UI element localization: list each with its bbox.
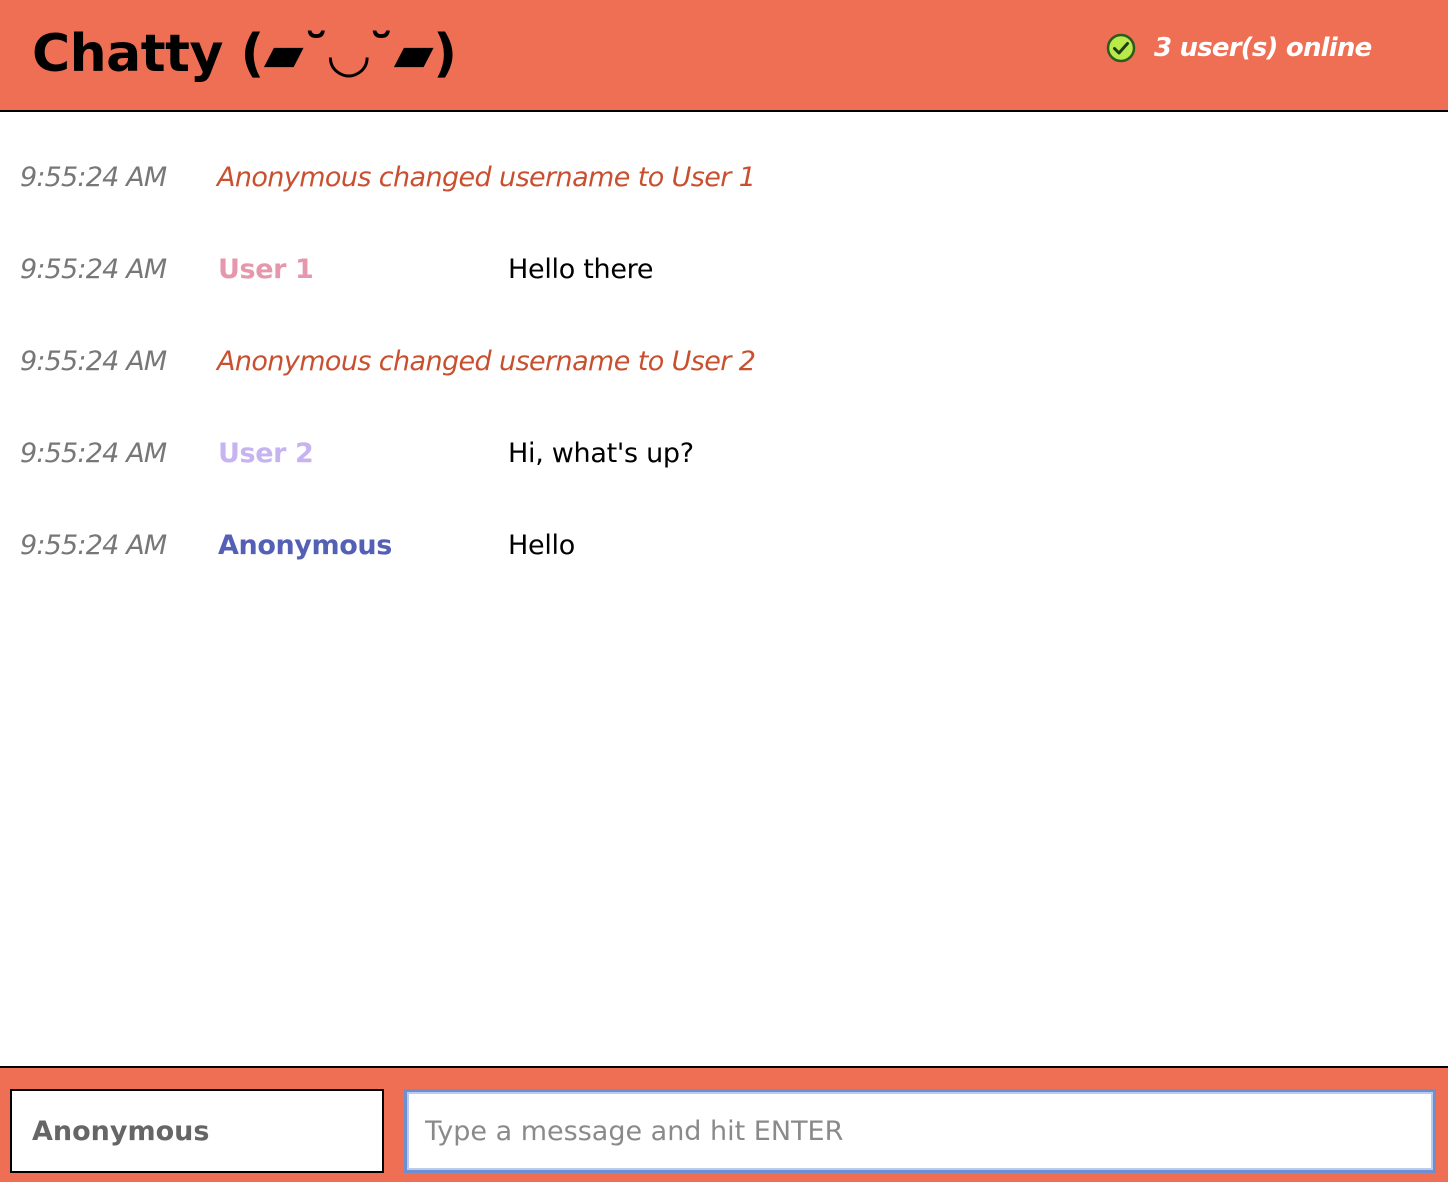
online-count: 3 user(s) online [1154, 33, 1372, 63]
message-text: Hi, what's up? [508, 438, 694, 469]
list-item: 9:55:24 AM User 2 Hi, what's up? [0, 432, 1448, 476]
username-input[interactable] [10, 1089, 384, 1173]
message-time: 9:55:24 AM [20, 254, 167, 285]
header-bar: Chatty (▰˘◡˘▰) 3 user(s) online [0, 0, 1448, 112]
list-item: 9:55:24 AM Anonymous Hello [0, 524, 1448, 568]
chat-app: Chatty (▰˘◡˘▰) 3 user(s) online 9:55:24 … [0, 0, 1448, 1182]
list-item: 9:55:24 AM User 1 Hello there [0, 248, 1448, 292]
message-username: User 1 [218, 254, 314, 285]
list-item: 9:55:24 AM Anonymous changed username to… [0, 340, 1448, 384]
message-username: User 2 [218, 438, 314, 469]
message-time: 9:55:24 AM [20, 346, 167, 377]
message-username: Anonymous [218, 530, 392, 561]
list-item: 9:55:24 AM Anonymous changed username to… [0, 156, 1448, 200]
check-circle-icon [1106, 33, 1136, 63]
message-time: 9:55:24 AM [20, 162, 167, 193]
app-title: Chatty (▰˘◡˘▰) [32, 24, 457, 84]
message-time: 9:55:24 AM [20, 438, 167, 469]
message-text: Hello [508, 530, 575, 561]
online-status: 3 user(s) online [1106, 30, 1372, 66]
message-list: 9:55:24 AM Anonymous changed username to… [0, 114, 1448, 1066]
message-text: Hello there [508, 254, 654, 285]
system-message: Anonymous changed username to User 2 [217, 346, 756, 377]
message-time: 9:55:24 AM [20, 530, 167, 561]
footer-bar [0, 1066, 1448, 1182]
message-input[interactable] [404, 1089, 1436, 1173]
system-message: Anonymous changed username to User 1 [217, 162, 756, 193]
